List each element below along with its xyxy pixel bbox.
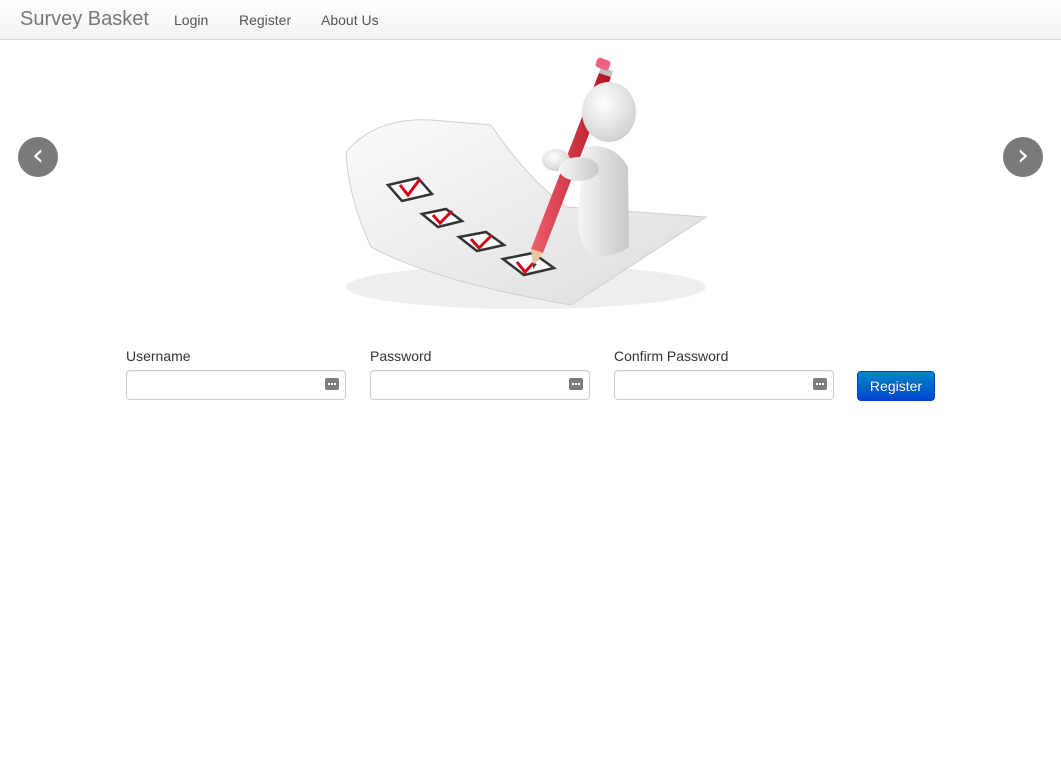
confirm-password-wrap (614, 370, 834, 400)
carousel-prev-button[interactable]: ‹ (18, 137, 58, 177)
nav-link-register[interactable]: Register (239, 12, 291, 28)
username-wrap (126, 370, 346, 400)
username-group: Username (126, 348, 346, 400)
confirm-password-label: Confirm Password (614, 348, 729, 364)
confirm-password-input[interactable] (614, 370, 834, 400)
password-label: Password (370, 348, 432, 364)
nav-link-login[interactable]: Login (174, 12, 208, 28)
username-label: Username (126, 348, 191, 364)
carousel-next-button[interactable]: › (1003, 137, 1043, 177)
brand-link[interactable]: Survey Basket (20, 8, 149, 31)
carousel: ‹ › (0, 41, 1061, 326)
survey-checklist-illustration (345, 57, 708, 309)
confirm-password-group: Confirm Password (614, 348, 834, 400)
figure-head (582, 82, 636, 142)
password-input[interactable] (370, 370, 590, 400)
password-manager-key-icon[interactable] (813, 378, 827, 390)
register-button[interactable]: Register (857, 371, 935, 401)
username-input[interactable] (126, 370, 346, 400)
password-group: Password (370, 348, 590, 400)
password-manager-key-icon[interactable] (325, 378, 339, 390)
figure-arm (559, 157, 599, 181)
password-manager-key-icon[interactable] (569, 378, 583, 390)
navbar: Survey Basket Login Register About Us (0, 0, 1061, 40)
password-wrap (370, 370, 590, 400)
nav-link-about-us[interactable]: About Us (321, 12, 379, 28)
